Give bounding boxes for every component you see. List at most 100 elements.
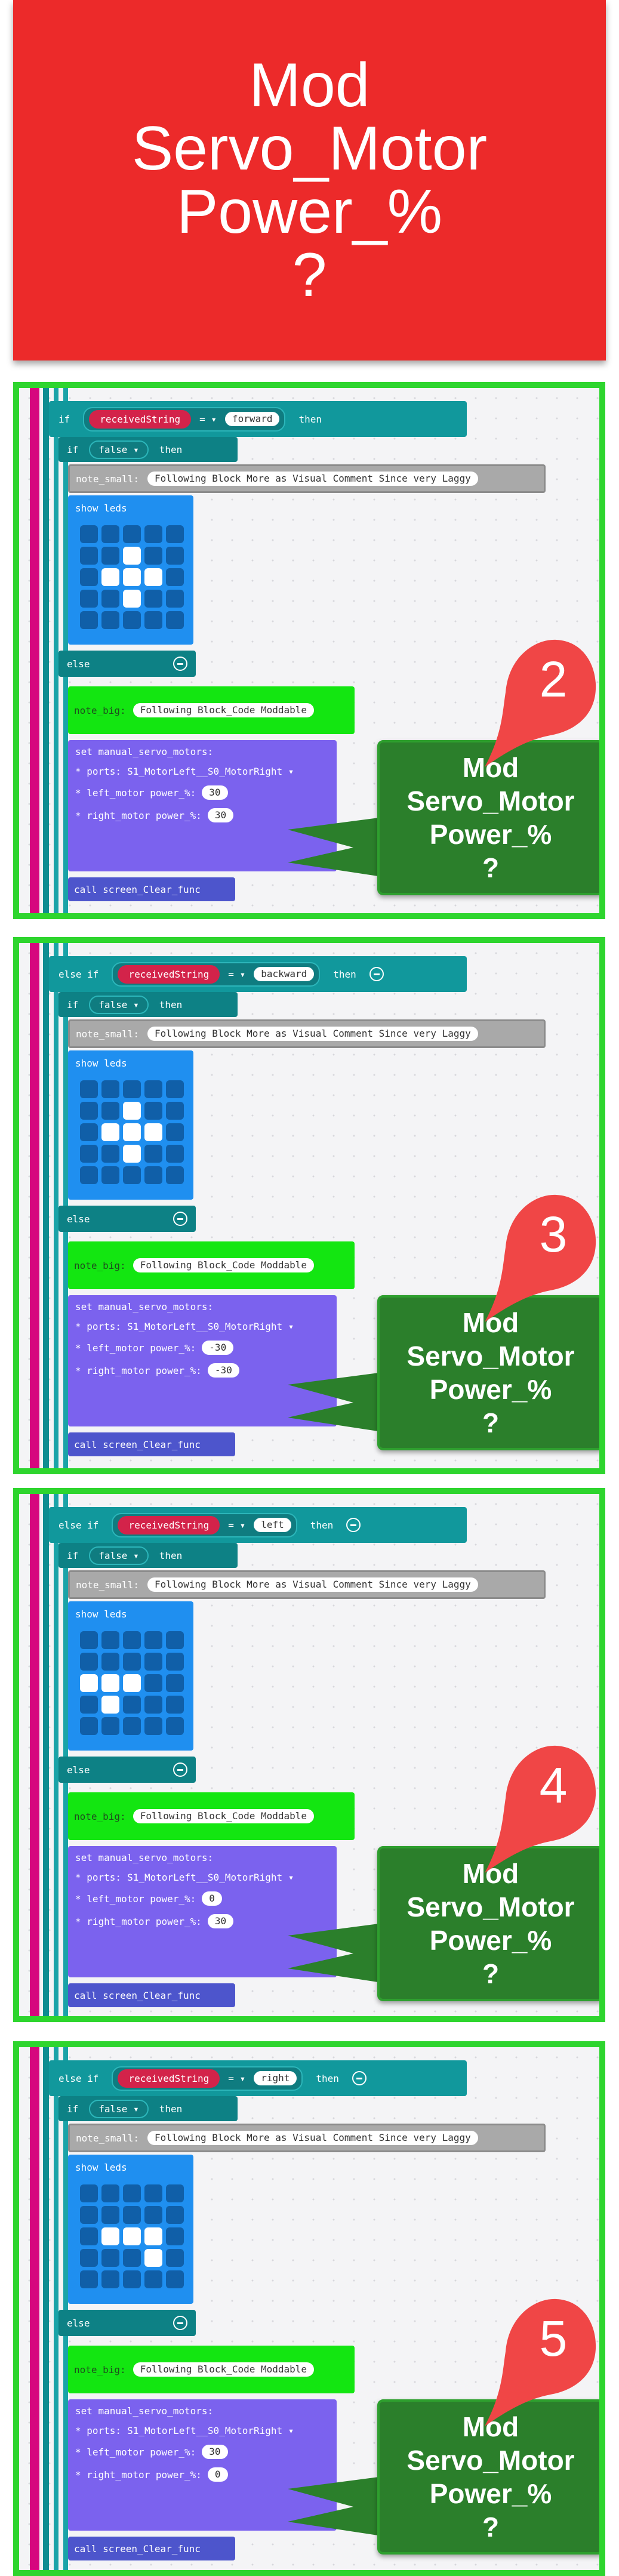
led-cell[interactable] [144,1717,162,1735]
note-big-text[interactable]: Following Block_Code Moddable [133,1809,315,1823]
else-block[interactable]: else [58,2310,196,2336]
if-block-header[interactable]: else if receivedString = ▾ right then [49,2060,467,2096]
note-big-block[interactable]: note_big: Following Block_Code Moddable [68,2346,355,2393]
false-dropdown[interactable]: false ▾ [89,1546,149,1565]
compare-block[interactable]: receivedString = ▾ forward [83,406,286,432]
led-cell[interactable] [144,2206,162,2224]
led-cell[interactable] [144,611,162,629]
screen-clear-block[interactable]: call screen_Clear_func [68,877,235,901]
left-power-input[interactable]: 30 [202,785,228,800]
led-cell[interactable] [144,2184,162,2202]
left-power-input[interactable]: 30 [202,2445,228,2459]
false-dropdown[interactable]: false ▾ [89,995,149,1014]
led-cell[interactable] [80,1717,98,1735]
led-cell[interactable] [123,2184,141,2202]
screen-clear-block[interactable]: call screen_Clear_func [68,2537,235,2560]
led-cell[interactable] [101,1631,119,1649]
led-cell[interactable] [80,1631,98,1649]
direction-string[interactable]: left [254,1518,291,1532]
note-small-text[interactable]: Following Block More as Visual Comment S… [147,1577,478,1592]
led-cell[interactable] [166,1080,184,1098]
collapse-minus-icon[interactable] [352,2071,367,2085]
right-power-input[interactable]: 30 [207,808,234,822]
led-cell[interactable] [166,2270,184,2288]
collapse-minus-icon[interactable] [173,1212,187,1226]
ports-dropdown[interactable]: S1_MotorLeft__S0_MotorRight ▾ [127,2425,294,2436]
nested-if-block[interactable]: if false ▾ then [58,992,238,1017]
led-cell[interactable] [80,2270,98,2288]
variable-receivedString[interactable]: receivedString [118,1515,220,1534]
collapse-minus-icon[interactable] [369,967,384,981]
led-cell[interactable] [123,611,141,629]
ports-dropdown[interactable]: S1_MotorLeft__S0_MotorRight ▾ [127,766,294,777]
note-small-block[interactable]: note_small: Following Block More as Visua… [68,1019,546,1048]
led-cell[interactable] [101,2249,119,2267]
led-cell[interactable] [144,1653,162,1671]
led-cell[interactable] [144,2227,162,2245]
operator-dropdown[interactable]: = ▾ [228,1520,245,1531]
note-small-text[interactable]: Following Block More as Visual Comment S… [147,2131,478,2145]
led-cell[interactable] [80,1123,98,1141]
led-cell[interactable] [80,1653,98,1671]
led-cell[interactable] [101,2270,119,2288]
false-dropdown[interactable]: false ▾ [89,2099,149,2118]
led-cell[interactable] [101,590,119,608]
led-cell[interactable] [123,1717,141,1735]
note-small-text[interactable]: Following Block More as Visual Comment S… [147,472,478,486]
led-cell[interactable] [144,1631,162,1649]
direction-string[interactable]: backward [254,967,315,981]
led-cell[interactable] [80,2206,98,2224]
led-cell[interactable] [80,2227,98,2245]
operator-dropdown[interactable]: = ▾ [199,414,217,425]
led-cell[interactable] [101,1653,119,1671]
led-cell[interactable] [123,525,141,543]
led-cell[interactable] [123,1674,141,1692]
note-big-text[interactable]: Following Block_Code Moddable [133,2362,315,2377]
led-cell[interactable] [80,568,98,586]
led-cell[interactable] [80,1674,98,1692]
screen-clear-block[interactable]: call screen_Clear_func [68,1983,235,2007]
led-cell[interactable] [166,1717,184,1735]
nested-if-block[interactable]: if false ▾ then [58,1543,238,1568]
led-cell[interactable] [101,1696,119,1714]
led-cell[interactable] [101,1145,119,1163]
led-cell[interactable] [80,1145,98,1163]
false-dropdown[interactable]: false ▾ [89,440,149,459]
led-cell[interactable] [123,590,141,608]
nested-if-block[interactable]: if false ▾ then [58,437,238,462]
led-cell[interactable] [123,547,141,565]
led-cell[interactable] [101,1102,119,1120]
left-power-input[interactable]: -30 [202,1341,234,1355]
note-big-text[interactable]: Following Block_Code Moddable [133,1258,315,1272]
led-cell[interactable] [166,1145,184,1163]
led-cell[interactable] [144,1674,162,1692]
led-cell[interactable] [166,611,184,629]
led-cell[interactable] [166,1653,184,1671]
led-cell[interactable] [166,1123,184,1141]
note-big-text[interactable]: Following Block_Code Moddable [133,703,315,717]
led-cell[interactable] [123,1631,141,1649]
led-cell[interactable] [101,2184,119,2202]
led-cell[interactable] [123,1166,141,1184]
led-cell[interactable] [166,1631,184,1649]
note-big-block[interactable]: note_big: Following Block_Code Moddable [68,1241,355,1289]
note-small-block[interactable]: note_small: Following Block More as Visua… [68,2124,546,2152]
else-block[interactable]: else [58,651,196,677]
led-cell[interactable] [144,547,162,565]
ports-dropdown[interactable]: S1_MotorLeft__S0_MotorRight ▾ [127,1872,294,1883]
led-cell[interactable] [80,2184,98,2202]
variable-receivedString[interactable]: receivedString [118,2069,220,2088]
led-cell[interactable] [166,568,184,586]
led-cell[interactable] [166,1696,184,1714]
led-cell[interactable] [101,2227,119,2245]
led-cell[interactable] [123,2227,141,2245]
variable-receivedString[interactable]: receivedString [118,965,220,984]
led-cell[interactable] [123,1696,141,1714]
operator-dropdown[interactable]: = ▾ [228,2073,245,2084]
direction-string[interactable]: right [254,2071,297,2085]
led-cell[interactable] [166,1102,184,1120]
direction-string[interactable]: forward [225,412,280,426]
led-cell[interactable] [80,590,98,608]
left-power-input[interactable]: 0 [202,1891,222,1906]
led-cell[interactable] [101,568,119,586]
